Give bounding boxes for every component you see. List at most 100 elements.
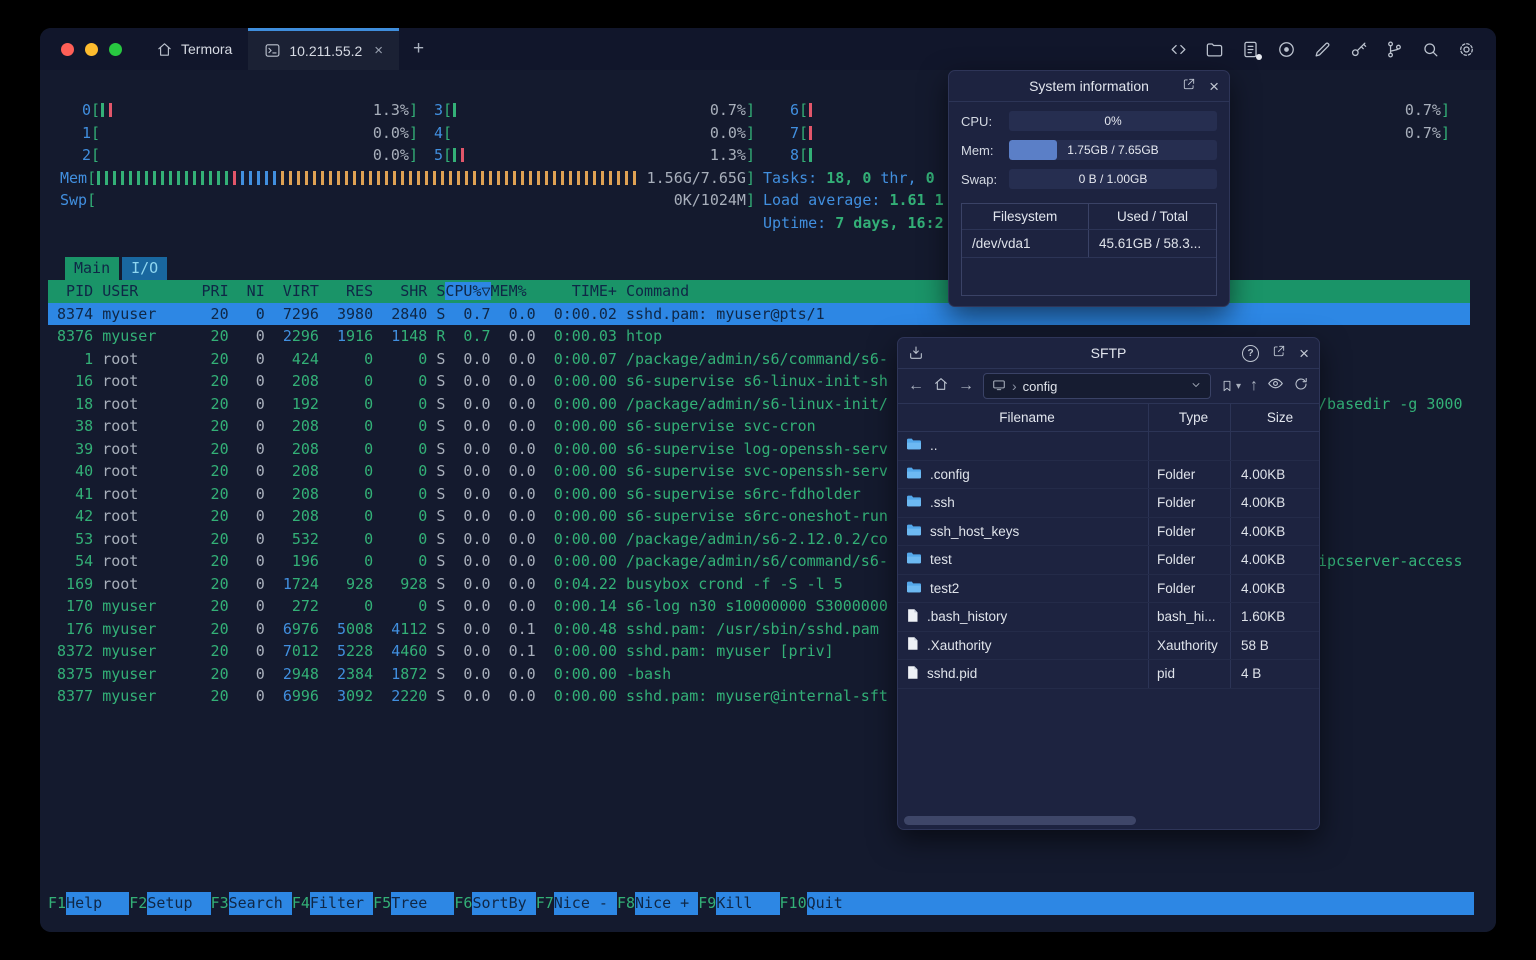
column-header-filesystem[interactable]: Filesystem (962, 204, 1089, 229)
fn-key-F5[interactable]: F5 (373, 892, 391, 915)
fn-label-F1[interactable]: Help (66, 892, 130, 915)
sftp-toolbar: ← → › config ▾ ↑ (898, 369, 1319, 403)
search-icon[interactable] (1421, 40, 1440, 59)
file-type: Xauthority (1149, 631, 1231, 659)
fn-key-F2[interactable]: F2 (129, 892, 147, 915)
bookmark-dropdown-caret[interactable]: ▾ (1236, 381, 1241, 392)
tab-termora-home[interactable]: Termora (140, 28, 248, 70)
chevron-down-icon[interactable] (1190, 379, 1202, 394)
new-tab-button[interactable]: + (399, 28, 438, 70)
close-tab-icon[interactable]: × (374, 42, 383, 59)
zoom-window-button[interactable] (109, 42, 122, 56)
home-button[interactable] (933, 376, 949, 397)
tab-active-session[interactable]: 10.211.55.2 × (248, 28, 400, 70)
stat-progress-bar: 1.75GB / 7.65GB (1009, 140, 1217, 160)
fn-label-F4[interactable]: Filter (309, 892, 374, 915)
filesystem-name: /dev/vda1 (962, 230, 1089, 257)
fn-label-F7[interactable]: Nice - (553, 892, 617, 915)
fn-key-F8[interactable]: F8 (617, 892, 635, 915)
git-branch-icon[interactable] (1385, 40, 1404, 59)
column-header-filename[interactable]: Filename (898, 404, 1149, 431)
bookmark-button[interactable]: ▾ (1220, 379, 1241, 393)
folder-icon (906, 523, 922, 540)
column-header-type[interactable]: Type (1149, 404, 1231, 431)
open-in-window-icon[interactable] (1182, 77, 1196, 96)
sftp-titlebar: SFTP ? × (898, 338, 1319, 369)
fn-label-F10[interactable]: Quit (806, 892, 1474, 915)
edit-pencil-icon[interactable] (1313, 40, 1332, 59)
fn-key-F10[interactable]: F10 (780, 892, 807, 915)
folder-icon (906, 494, 922, 511)
up-directory-button[interactable]: ↑ (1250, 378, 1258, 394)
memory-meter: Mem[1.56G/7.65G] (60, 168, 755, 187)
fn-label-F8[interactable]: Nice + (635, 892, 699, 915)
column-header-size[interactable]: Size (1231, 404, 1319, 431)
breadcrumb-separator: › (1012, 378, 1017, 394)
fn-key-F3[interactable]: F3 (211, 892, 229, 915)
fn-label-F2[interactable]: Setup (147, 892, 211, 915)
help-icon[interactable]: ? (1242, 344, 1260, 362)
file-type: Folder (1149, 574, 1231, 602)
file-type (1149, 432, 1231, 460)
process-row[interactable]: 8374 myuser 20 0 7296 3980 2840 S 0.7 0.… (48, 302, 1470, 325)
load-average-line: Load average: 1.61 1 (763, 191, 944, 209)
system-stat-row: Mem: 1.75GB / 7.65GB (961, 140, 1217, 160)
file-row[interactable]: test Folder 4.00KB (898, 546, 1319, 575)
notification-dot (1256, 53, 1262, 60)
file-row[interactable]: ssh_host_keys Folder 4.00KB (898, 517, 1319, 546)
file-row[interactable]: .ssh Folder 4.00KB (898, 489, 1319, 518)
fn-label-F5[interactable]: Tree (391, 892, 455, 915)
folder-icon[interactable] (1205, 40, 1224, 59)
file-size (1231, 432, 1319, 460)
log-document-icon[interactable] (1241, 40, 1262, 60)
close-panel-icon[interactable]: × (1209, 78, 1219, 95)
process-table-header[interactable]: PID USER PRI NI VIRT RES SHR SCPU%▽MEM% … (48, 280, 1470, 303)
refresh-icon[interactable] (1293, 376, 1309, 397)
tab-main[interactable]: Main (65, 257, 120, 280)
uptime-line: Uptime: 7 days, 16:2 (763, 213, 944, 232)
file-row[interactable]: test2 Folder 4.00KB (898, 574, 1319, 603)
fn-key-F1[interactable]: F1 (48, 892, 66, 915)
code-icon[interactable] (1169, 40, 1188, 59)
cpu-meter-2: 2[0.0%] (82, 146, 418, 164)
app-tab-label: Termora (181, 41, 233, 57)
show-hidden-eye-icon[interactable] (1267, 375, 1284, 397)
file-row[interactable]: .Xauthority Xauthority 58 B (898, 631, 1319, 660)
file-row[interactable]: .. (898, 432, 1319, 461)
fn-key-F7[interactable]: F7 (536, 892, 554, 915)
open-in-window-icon[interactable] (1272, 344, 1286, 363)
file-row[interactable]: .bash_history bash_hi... 1.60KB (898, 603, 1319, 632)
close-window-button[interactable] (61, 42, 74, 56)
file-name: sshd.pid (927, 666, 978, 682)
column-header-used-total[interactable]: Used / Total (1089, 204, 1216, 229)
record-icon[interactable] (1277, 40, 1296, 59)
settings-gear-icon[interactable] (1457, 40, 1476, 59)
fn-key-F6[interactable]: F6 (454, 892, 472, 915)
fn-label-F6[interactable]: SortBy (472, 892, 536, 915)
file-type: Folder (1149, 460, 1231, 488)
fn-key-F9[interactable]: F9 (698, 892, 716, 915)
minimize-window-button[interactable] (85, 42, 98, 56)
file-name: .bash_history (927, 609, 1008, 625)
file-type: bash_hi... (1149, 603, 1231, 631)
path-breadcrumb[interactable]: › config (983, 373, 1211, 399)
forward-button[interactable]: → (958, 378, 974, 394)
horizontal-scrollbar-thumb[interactable] (904, 816, 1136, 825)
close-panel-icon[interactable]: × (1299, 345, 1309, 362)
terminal-icon (264, 42, 281, 59)
fn-key-F4[interactable]: F4 (292, 892, 310, 915)
tasks-line: Tasks: 18, 0 thr, 0 (763, 168, 935, 187)
tab-io[interactable]: I/O (122, 257, 168, 280)
filesystem-row[interactable]: /dev/vda1 45.61GB / 58.3... (962, 230, 1216, 258)
file-row[interactable]: .config Folder 4.00KB (898, 460, 1319, 489)
key-icon[interactable] (1349, 40, 1368, 59)
file-row[interactable]: sshd.pid pid 4 B (898, 660, 1319, 689)
stat-label: CPU: (961, 113, 993, 129)
folder-icon (906, 466, 922, 483)
file-size: 4.00KB (1241, 580, 1286, 596)
fn-label-F9[interactable]: Kill (716, 892, 780, 915)
stat-value: 0 B / 1.00GB (1078, 172, 1148, 186)
file-size: 4.00KB (1241, 495, 1286, 511)
fn-label-F3[interactable]: Search (228, 892, 292, 915)
back-button[interactable]: ← (908, 378, 924, 394)
